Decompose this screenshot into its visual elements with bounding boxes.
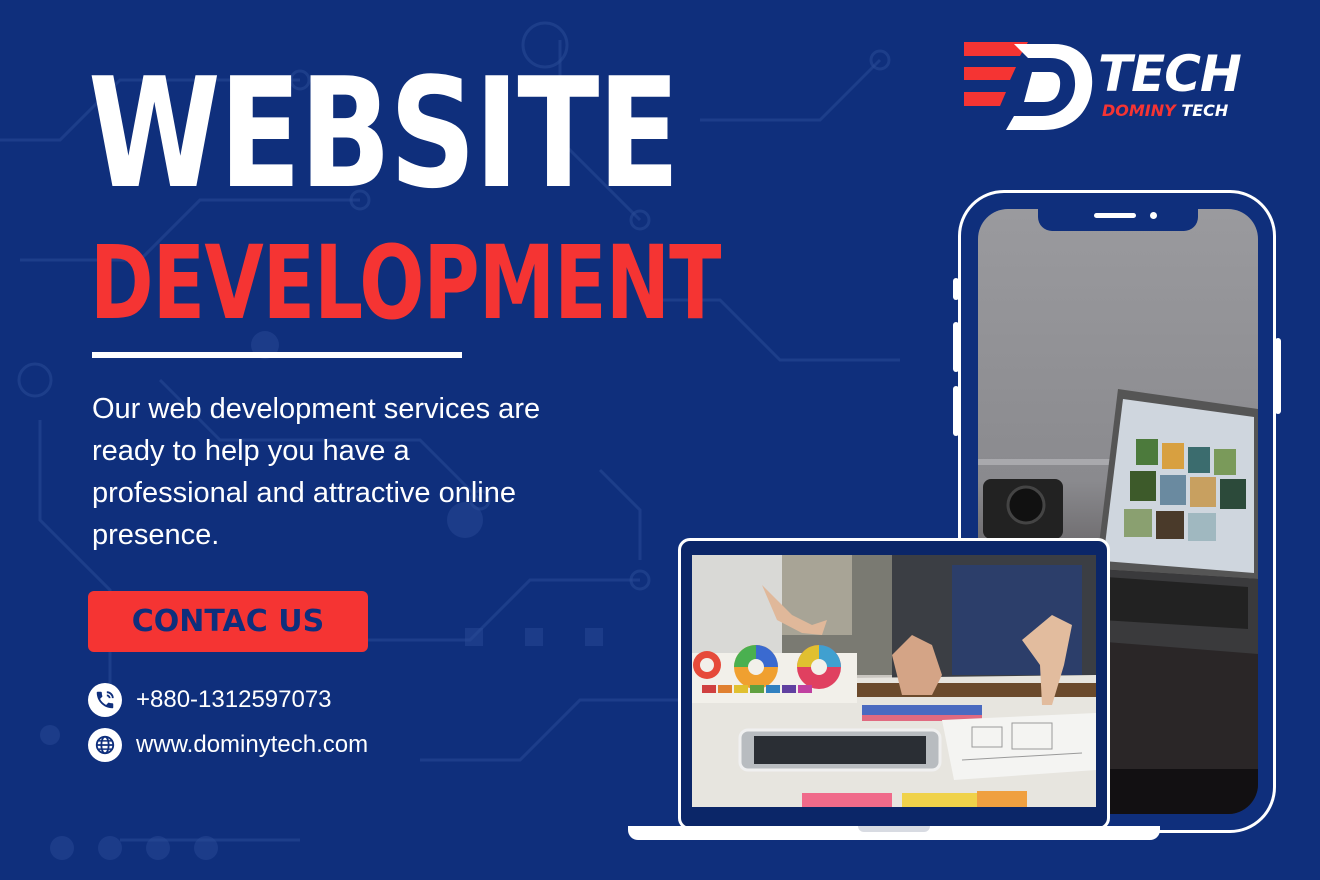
headline-divider — [92, 352, 462, 358]
website-contact[interactable]: www.dominytech.com — [88, 727, 368, 763]
laptop-hinge-notch — [858, 826, 930, 832]
logo-sub-dominy: DOMINY — [1102, 101, 1176, 120]
logo-subtitle: DOMINY TECH — [1102, 102, 1228, 120]
logo-mark-icon — [964, 42, 1093, 130]
headline-development: DEVELOPMENT — [90, 224, 721, 343]
headline-website: WEBSITE — [88, 45, 680, 222]
phone-contact[interactable]: +880-1312597073 — [88, 682, 332, 718]
phone-notch — [1038, 205, 1198, 231]
logo-sub-tech: TECH — [1181, 101, 1229, 120]
website-url: www.dominytech.com — [136, 731, 369, 758]
logo-wordmark: TECH — [1098, 45, 1242, 103]
globe-icon — [88, 728, 122, 762]
banner: WEBSITE DEVELOPMENT Our web development … — [0, 0, 1320, 880]
phone-call-icon — [88, 683, 122, 717]
service-description: Our web development services are ready t… — [92, 393, 541, 551]
contact-us-button[interactable]: CONTAC US — [88, 591, 368, 652]
phone-number: +880-1312597073 — [136, 686, 332, 713]
laptop-screen-photo — [692, 555, 1096, 807]
phone-camera — [1150, 212, 1157, 219]
dominy-tech-logo: TECH DOMINY TECH — [962, 40, 1262, 135]
phone-speaker — [1094, 213, 1136, 218]
